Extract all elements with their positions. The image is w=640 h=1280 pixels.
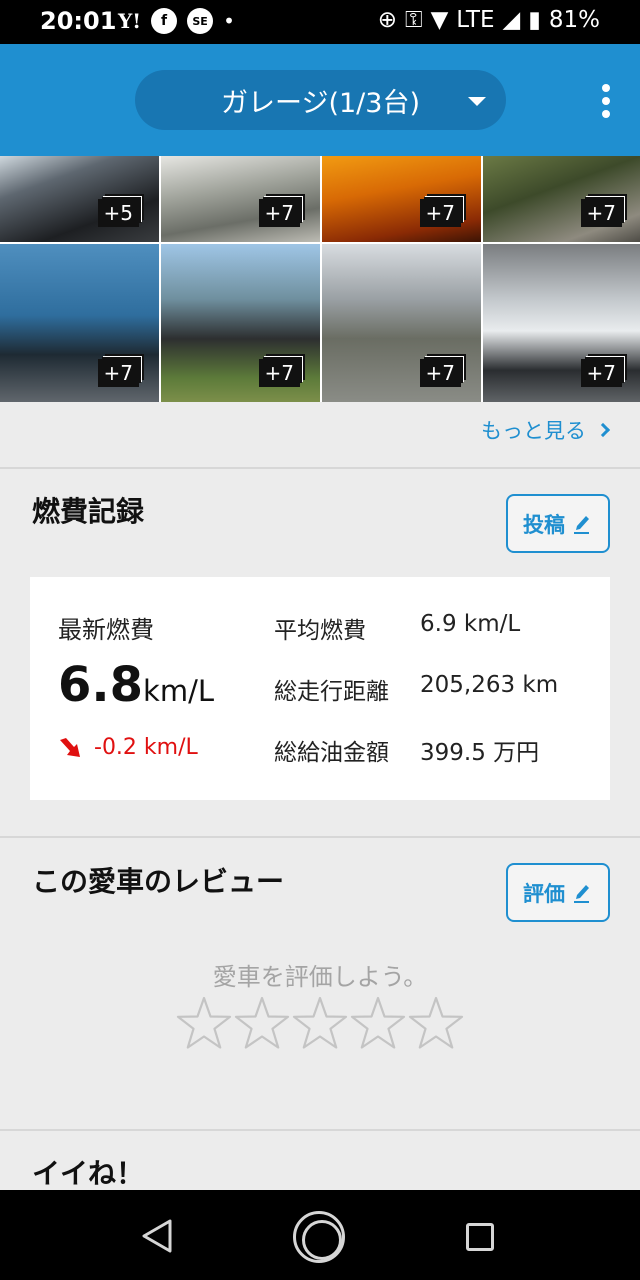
more-options-icon[interactable] [602,84,610,118]
battery-icon: ▮ [528,7,541,33]
photo-thumbnail[interactable]: +7 [322,244,481,402]
stat-value: 399.5 万円 [420,740,540,766]
status-time: 20:01 [40,7,117,35]
post-fuel-button[interactable]: 投稿 [506,494,610,553]
photo-thumbnail[interactable]: +7 [483,244,640,402]
photo-thumbnail[interactable]: +7 [483,156,640,242]
star-rating[interactable] [176,995,464,1051]
fuel-stats: 平均燃費 6.9 km/L 総走行距離 205,263 km 総給油金額 399.5 … [274,611,558,794]
garage-selector[interactable]: ガレージ(1/3台) [135,70,506,130]
star-icon[interactable] [234,995,290,1051]
arrow-down-right-icon [58,736,84,760]
likes-section-title: イイね！ [32,1157,145,1190]
photo-count-badge: +7 [419,359,461,387]
latest-fuel-label: 最新燃費 [58,616,154,644]
system-status-icons: ⊕ ⚿ ▼ LTE ◢ ▮ 81% [378,7,600,33]
review-section-title: この愛車のレビュー [32,865,285,898]
section-divider [0,1129,640,1131]
more-notifications-dot-icon: • [223,9,235,33]
photo-grid: +5 +7 +7 +7 +7 +7 +7 +7 [0,156,640,402]
photo-thumbnail[interactable]: +7 [0,244,159,402]
stat-row: 平均燃費 6.9 km/L [274,611,558,672]
recent-apps-icon[interactable] [466,1223,494,1251]
dropdown-caret-icon [468,97,486,106]
pen-icon [571,512,593,536]
se-app-icon: SE [187,8,214,34]
photo-thumbnail[interactable]: +7 [161,244,320,402]
photo-thumbnail[interactable]: +7 [161,156,320,242]
photo-thumbnail[interactable]: +7 [322,156,481,242]
photo-count-badge: +5 [97,199,139,227]
photo-count-badge: +7 [419,199,461,227]
system-nav-bar [0,1190,640,1280]
stat-label: 総走行距離 [274,679,389,705]
see-more-label: もっと見る [481,419,586,443]
home-icon[interactable] [293,1211,345,1263]
rate-button-label: 評価 [523,881,565,906]
review-prompt: 愛車を評価しよう。 [212,963,428,991]
latest-fuel-number: 6.8 [58,657,144,713]
chevron-right-icon [595,422,611,438]
photo-count-badge: +7 [258,359,300,387]
fuel-diff-value: -0.2 km/L [94,735,198,760]
signal-icon: ◢ [502,7,521,33]
network-type: LTE [456,7,495,33]
stat-row: 総給油金額 399.5 万円 [274,733,558,794]
pen-icon [571,881,593,905]
app-bar: ガレージ(1/3台) [0,44,640,156]
stat-label: 平均燃費 [274,618,366,644]
latest-fuel-unit: km/L [143,674,215,708]
section-divider [0,467,640,469]
photo-count-badge: +7 [580,359,622,387]
see-more-link[interactable]: もっと見る [481,415,611,445]
notification-icons: Y! f SE • [118,8,235,34]
star-icon[interactable] [176,995,232,1051]
facebook-icon: f [151,8,178,34]
photo-count-badge: +7 [580,199,622,227]
latest-fuel-value: 6.8km/L [58,657,214,713]
garage-label: ガレージ(1/3台) [221,87,420,119]
data-saver-icon: ⊕ [377,7,398,33]
fuel-section-title: 燃費記録 [32,495,145,528]
wifi-icon: ▼ [430,7,449,33]
photo-thumbnail[interactable]: +5 [0,156,159,242]
stat-value: 205,263 km [420,672,559,698]
stat-value: 6.9 km/L [420,611,521,637]
back-icon[interactable] [140,1218,174,1258]
star-icon[interactable] [408,995,464,1051]
status-bar: 20:01 Y! f SE • ⊕ ⚿ ▼ LTE ◢ ▮ 81% [0,0,640,44]
photo-count-badge: +7 [258,199,300,227]
stat-label: 総給油金額 [274,740,389,766]
section-divider [0,836,640,838]
rate-car-button[interactable]: 評価 [506,863,610,922]
fuel-diff: -0.2 km/L [58,735,198,760]
fuel-summary-card: 最新燃費 6.8km/L -0.2 km/L 平均燃費 6.9 km/L 総走行距… [30,577,610,800]
battery-percent: 81% [548,7,600,33]
post-button-label: 投稿 [523,512,565,537]
yahoo-icon: Y! [118,9,142,33]
star-icon[interactable] [350,995,406,1051]
vpn-key-icon: ⚿ [405,7,423,33]
photo-count-badge: +7 [97,359,139,387]
star-icon[interactable] [292,995,348,1051]
stat-row: 総走行距離 205,263 km [274,672,558,733]
